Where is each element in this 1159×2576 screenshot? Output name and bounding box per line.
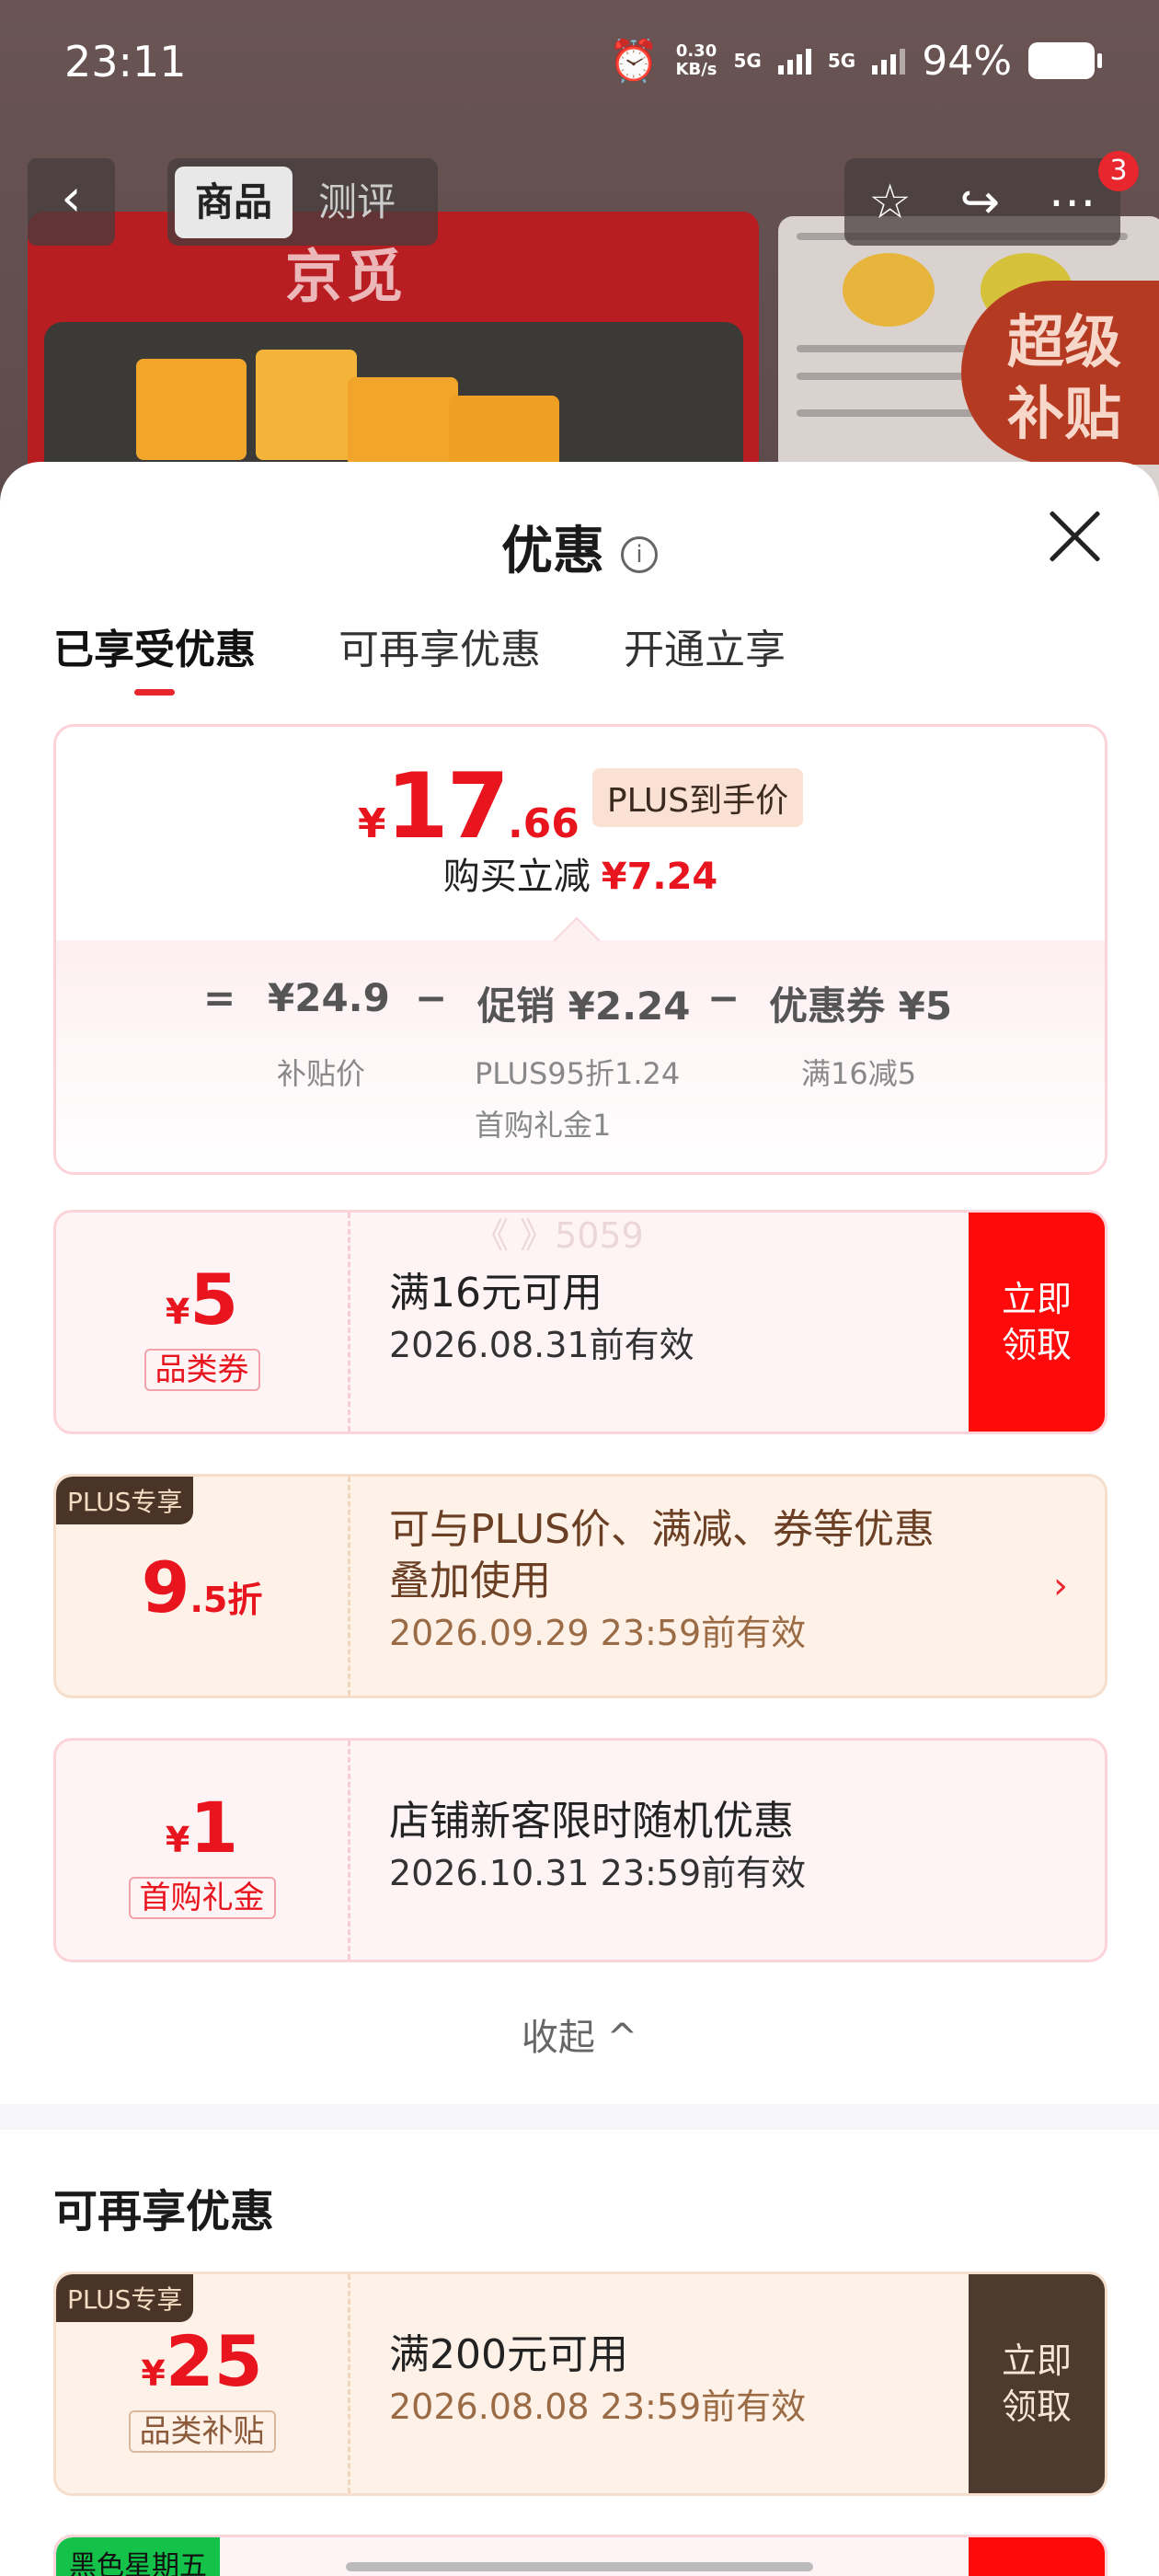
coupon-expiry: 2026.09.29 23:59前有效 bbox=[389, 1613, 807, 1653]
section-divider bbox=[0, 2104, 1159, 2130]
coupon-amount-value: ¥5 bbox=[165, 1259, 239, 1340]
sheet-title: 优惠 i bbox=[0, 510, 1159, 584]
share-icon[interactable]: ↪ bbox=[960, 175, 1001, 230]
reduce-line: 购买立减 ¥7.24 bbox=[442, 856, 718, 898]
coupon-expiry: 2026.08.08 23:59前有效 bbox=[389, 2386, 807, 2427]
product-nav-bar: ‹ 商品 测评 ☆ ↪ ⋯ 3 bbox=[0, 151, 1159, 246]
status-time: 23:11 bbox=[64, 37, 187, 86]
super-subsidy-badge[interactable]: 超级补贴 bbox=[961, 281, 1159, 465]
coupon-card-first-buy[interactable]: ¥1 首购礼金 店铺新客限时随机优惠 2026.10.31 23:59前有效 bbox=[53, 1738, 1107, 1962]
coupon-condition: 店铺新客限时随机优惠 bbox=[389, 1798, 794, 1845]
final-price-decimal: .66 bbox=[507, 800, 580, 847]
tab-enjoyed-discounts[interactable]: 已享受优惠 bbox=[53, 616, 256, 696]
plus-price-tag: PLUS到手价 bbox=[591, 768, 804, 827]
signal-bars-icon bbox=[777, 47, 811, 75]
nav-actions: ☆ ↪ ⋯ 3 bbox=[844, 151, 1139, 246]
claim-coupon-button[interactable]: 立即领取 bbox=[969, 1213, 1105, 1432]
notification-badge: 3 bbox=[1098, 151, 1139, 191]
coupon-value-area: 9.5折 bbox=[56, 1477, 350, 1696]
section-title-more-discounts: 可再享优惠 bbox=[53, 2186, 275, 2237]
coupon-card-category-subsidy[interactable]: PLUS专享 ¥25 品类补贴 满200元可用 2026.08.08 23:59… bbox=[53, 2271, 1107, 2496]
subsidy-price-label: 补贴价 bbox=[277, 1056, 366, 1091]
coupon-condition: 满16元可用 bbox=[389, 1270, 602, 1317]
chevron-right-icon[interactable]: › bbox=[1053, 1565, 1068, 1607]
tab-more-discounts[interactable]: 可再享优惠 bbox=[339, 616, 541, 696]
tab-activate-discounts[interactable]: 开通立享 bbox=[624, 616, 786, 696]
minus-sign: − bbox=[415, 975, 448, 1020]
tab-review[interactable]: 测评 bbox=[298, 167, 416, 238]
collapse-button[interactable]: 收起 ^ bbox=[0, 2007, 1159, 2061]
watermark: 《 》5059 bbox=[474, 1215, 644, 1256]
final-price-integer: 17 bbox=[385, 754, 510, 859]
info-icon[interactable]: i bbox=[621, 535, 658, 573]
signal-bars-icon-2 bbox=[872, 47, 906, 75]
coupon-amount-value: ¥1 bbox=[165, 1787, 239, 1869]
promo-detail-first-buy: 首购礼金1 bbox=[475, 1108, 612, 1143]
claim-coupon-button[interactable] bbox=[969, 2537, 1105, 2576]
back-button[interactable]: ‹ bbox=[28, 158, 115, 246]
status-bar: 23:11 ⏰ 0.30 KB/s 5G 5G 94% bbox=[0, 0, 1159, 124]
coupon-condition: 满200元可用 bbox=[389, 2331, 628, 2378]
coupon-condition: 可与PLUS价、满减、券等优惠 bbox=[389, 1506, 935, 1553]
coupon-description: 店铺新客限时随机优惠 2026.10.31 23:59前有效 bbox=[389, 1796, 806, 1899]
promo-amount: 促销 ¥2.24 bbox=[477, 983, 691, 1029]
price-summary: ¥17.66 PLUS到手价 购买立减 ¥7.24 = ¥24.9 − 促销 ¥2.… bbox=[53, 724, 1107, 1175]
chevron-left-icon: ‹ bbox=[61, 168, 82, 228]
battery-icon bbox=[1028, 42, 1102, 79]
coupon-description: 可与PLUS价、满减、券等优惠 叠加使用 2026.09.29 23:59前有效 bbox=[389, 1504, 935, 1659]
super-badge-text: 超级补贴 bbox=[1007, 308, 1122, 447]
coupon-expiry: 2026.08.31前有效 bbox=[389, 1325, 694, 1365]
more-icon[interactable]: ⋯ bbox=[1049, 175, 1096, 230]
equals-sign: = bbox=[203, 975, 236, 1020]
alarm-icon: ⏰ bbox=[608, 38, 660, 85]
signal-5g-2: 5G bbox=[827, 50, 856, 72]
signal-5g-1: 5G bbox=[733, 50, 762, 72]
tab-product[interactable]: 商品 bbox=[175, 166, 293, 238]
coupon-type-badge: 首购礼金 bbox=[128, 1877, 276, 1919]
coupon-detail: 满16减5 bbox=[801, 1056, 917, 1091]
coupon-type-badge: 品类券 bbox=[143, 1349, 260, 1391]
reduce-value: ¥7.24 bbox=[601, 856, 718, 898]
coupon-description: 满200元可用 2026.08.08 23:59前有效 bbox=[389, 2329, 806, 2432]
discount-rate: 9.5折 bbox=[141, 1547, 263, 1628]
claim-coupon-button[interactable]: 立即领取 bbox=[969, 2274, 1105, 2493]
subsidy-price: ¥24.9 bbox=[268, 975, 390, 1020]
promo-detail-plus: PLUS95折1.24 bbox=[475, 1056, 681, 1091]
discount-sheet: 优惠 i 已享受优惠 可再享优惠 开通立享 ¥17.66 PLUS到手价 购买立减 ¥… bbox=[0, 462, 1159, 2576]
coupon-description: 满16元可用 2026.08.31前有效 bbox=[389, 1268, 694, 1371]
coupon-value-area: ¥25 品类补贴 bbox=[56, 2274, 350, 2493]
black-friday-tag: 黑色星期五 bbox=[56, 2537, 220, 2576]
minus-sign-2: − bbox=[707, 975, 740, 1020]
net-speed: 0.30 KB/s bbox=[675, 41, 717, 79]
star-icon[interactable]: ☆ bbox=[868, 175, 912, 230]
coupon-value-area: ¥1 首购礼金 bbox=[56, 1741, 350, 1960]
discount-tabs: 已享受优惠 可再享优惠 开通立享 bbox=[53, 616, 786, 696]
close-icon[interactable] bbox=[1047, 508, 1102, 563]
coupon-card-plus-discount[interactable]: PLUS专享 9.5折 可与PLUS价、满减、券等优惠 叠加使用 2026.09… bbox=[53, 1474, 1107, 1698]
home-indicator[interactable] bbox=[346, 2562, 813, 2571]
coupon-type-badge: 品类补贴 bbox=[128, 2410, 276, 2453]
coupon-condition-cont: 叠加使用 bbox=[389, 1558, 551, 1604]
coupon-amount: 优惠券 ¥5 bbox=[769, 983, 953, 1029]
battery-level: 94% bbox=[922, 37, 1012, 85]
nav-tabs: 商品 测评 bbox=[167, 158, 438, 246]
coupon-amount-value: ¥25 bbox=[141, 2320, 263, 2402]
final-price: ¥17.66 PLUS到手价 bbox=[56, 754, 1105, 859]
coupon-expiry: 2026.10.31 23:59前有效 bbox=[389, 1853, 807, 1893]
coupon-value-area: ¥5 品类券 bbox=[56, 1213, 350, 1432]
